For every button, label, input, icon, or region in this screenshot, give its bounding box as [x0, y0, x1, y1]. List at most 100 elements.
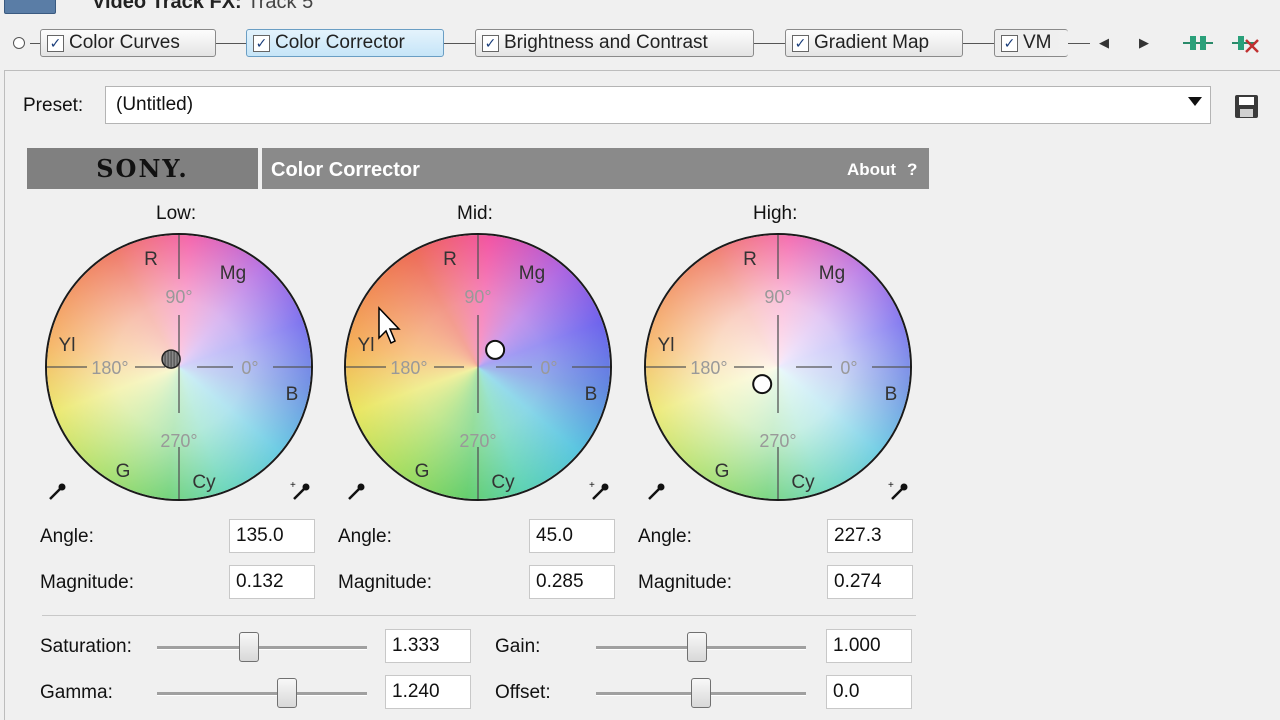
window-subtitle: Track 5	[247, 0, 314, 13]
saturation-label: Saturation:	[40, 636, 132, 657]
wheel-marker-b: B	[885, 384, 898, 405]
eyedropper-plus-icon[interactable]: +	[585, 477, 615, 507]
wheel-marker-yl: Yl	[358, 335, 375, 356]
checkbox-icon[interactable]: ✓	[47, 34, 64, 52]
gamma-slider-track[interactable]	[157, 692, 367, 696]
wheel-handle	[485, 339, 506, 360]
wheel-marker-yl: Yl	[658, 335, 675, 356]
wheel-degree-0: 0°	[241, 358, 258, 378]
scroll-right-button[interactable]: ▶	[1133, 33, 1155, 53]
saturation-slider-track[interactable]	[157, 646, 367, 650]
gamma-slider-thumb[interactable]	[277, 678, 298, 708]
checkbox-icon[interactable]: ✓	[482, 34, 499, 52]
wheel-label-low: Low:	[156, 203, 197, 224]
offset-label: Offset:	[495, 682, 551, 703]
wheel-degree-90: 90°	[464, 287, 491, 307]
wheel-degree-270: 270°	[759, 431, 796, 451]
fx-button-vm[interactable]: ✓ VM	[994, 29, 1068, 57]
wheel-marker-r: R	[743, 249, 757, 270]
wheel-marker-cy: Cy	[192, 472, 216, 493]
window-title: Video Track FX: Track 5	[92, 0, 313, 14]
add-plugin-chain-icon[interactable]	[1181, 32, 1215, 54]
chevron-down-icon[interactable]	[1188, 97, 1202, 106]
gain-slider-thumb[interactable]	[686, 632, 707, 662]
fx-button-gradient-map[interactable]: ✓ Gradient Map	[785, 29, 963, 57]
wheel-overlay: R Mg Yl B G Cy 90° 180° 0° 270°	[646, 235, 910, 499]
window-title-text: Video Track FX:	[92, 0, 242, 13]
fx-button-brightness-contrast[interactable]: ✓ Brightness and Contrast	[475, 29, 754, 57]
sony-logo: SONY.	[27, 148, 258, 189]
wheel-marker-g: G	[415, 461, 430, 482]
gamma-input[interactable]: 1.240	[385, 675, 471, 709]
eyedropper-plus-icon[interactable]: +	[884, 477, 914, 507]
wheel-marker-mg: Mg	[819, 263, 845, 284]
angle-input-mid[interactable]: 45.0	[529, 519, 615, 553]
gain-label: Gain:	[495, 636, 541, 657]
save-preset-icon[interactable]	[1233, 93, 1260, 120]
eyedropper-plus-icon[interactable]: +	[286, 477, 316, 507]
mouse-cursor-icon	[378, 306, 401, 345]
svg-text:+: +	[589, 480, 595, 491]
magnitude-label-low: Magnitude:	[40, 572, 135, 593]
wheel-marker-cy: Cy	[791, 472, 815, 493]
eyedropper-icon[interactable]	[641, 477, 671, 507]
eyedropper-icon[interactable]	[42, 477, 72, 507]
about-link[interactable]: About	[847, 160, 896, 180]
wheel-marker-cy: Cy	[491, 472, 515, 493]
fx-label: Color Curves	[69, 32, 180, 53]
wheel-marker-g: G	[116, 461, 131, 482]
wheel-marker-mg: Mg	[220, 263, 246, 284]
preset-dropdown[interactable]: (Untitled)	[105, 86, 1211, 124]
wheel-marker-yl: Yl	[59, 335, 76, 356]
color-wheel-mid[interactable]: R Mg Yl B G Cy 90° 180° 0° 270°	[344, 233, 612, 501]
color-wheel-high[interactable]: R Mg Yl B G Cy 90° 180° 0° 270°	[644, 233, 912, 501]
wheel-overlay: R Mg Yl B G Cy 90° 180° 0° 270°	[346, 235, 610, 499]
eyedropper-icon[interactable]	[341, 477, 371, 507]
wheel-degree-180: 180°	[390, 358, 427, 378]
plugin-title: Color Corrector	[271, 159, 420, 181]
angle-input-high[interactable]: 227.3	[827, 519, 913, 553]
magnitude-input-mid[interactable]: 0.285	[529, 565, 615, 599]
svg-text:+: +	[888, 480, 894, 491]
checkbox-icon[interactable]: ✓	[1001, 34, 1018, 52]
magnitude-input-low[interactable]: 0.132	[229, 565, 315, 599]
app-icon	[4, 0, 56, 14]
wheel-label-mid: Mid:	[457, 203, 493, 224]
saturation-slider-thumb[interactable]	[239, 632, 260, 662]
checkbox-icon[interactable]: ✓	[792, 34, 809, 52]
gain-input[interactable]: 1.000	[826, 629, 912, 663]
wheel-marker-g: G	[715, 461, 730, 482]
offset-slider-thumb[interactable]	[691, 678, 711, 708]
fx-button-color-curves[interactable]: ✓ Color Curves	[40, 29, 216, 57]
offset-input[interactable]: 0.0	[826, 675, 912, 709]
saturation-input[interactable]: 1.333	[385, 629, 471, 663]
title-bar: Video Track FX: Track 5	[0, 0, 1280, 14]
magnitude-label-high: Magnitude:	[638, 572, 733, 593]
fx-label: Color Corrector	[275, 32, 405, 53]
checkbox-icon[interactable]: ✓	[253, 34, 270, 52]
wheel-marker-b: B	[286, 384, 299, 405]
angle-input-low[interactable]: 135.0	[229, 519, 315, 553]
preset-label: Preset:	[23, 95, 84, 116]
wheel-label-high: High:	[753, 203, 798, 224]
fx-label: Gradient Map	[814, 32, 930, 53]
chain-start-node	[13, 37, 25, 49]
angle-label-low: Angle:	[40, 526, 94, 547]
fx-button-color-corrector[interactable]: ✓ Color Corrector	[246, 29, 444, 57]
preset-value: (Untitled)	[116, 94, 194, 115]
scroll-left-button[interactable]: ◀	[1093, 33, 1115, 53]
fx-label: Brightness and Contrast	[504, 32, 708, 53]
help-icon[interactable]: ?	[907, 160, 917, 180]
wheel-marker-r: R	[144, 249, 158, 270]
divider	[42, 615, 916, 616]
wheel-degree-180: 180°	[690, 358, 727, 378]
remove-plugin-icon[interactable]	[1230, 32, 1264, 54]
wheel-handle	[752, 374, 773, 395]
gamma-label: Gamma:	[40, 682, 113, 703]
svg-text:+: +	[290, 480, 296, 491]
color-wheel-low[interactable]: R Mg Yl B G Cy 90° 180° 0° 270°	[45, 233, 313, 501]
wheel-marker-b: B	[585, 384, 598, 405]
wheel-degree-0: 0°	[840, 358, 857, 378]
magnitude-input-high[interactable]: 0.274	[827, 565, 913, 599]
wheel-degree-180: 180°	[91, 358, 128, 378]
